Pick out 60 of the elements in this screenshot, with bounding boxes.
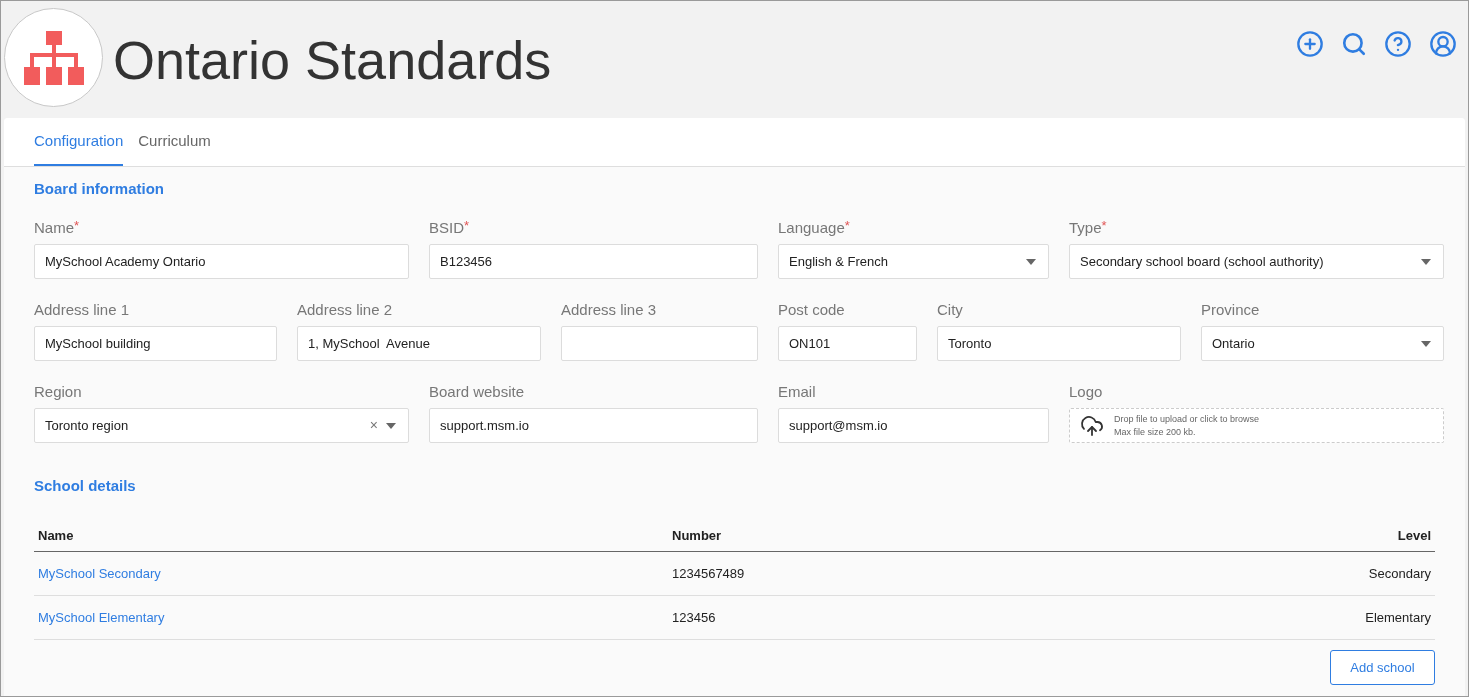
section-heading: Board information: [34, 179, 165, 199]
section-heading: School details: [34, 476, 137, 496]
text-field[interactable]: MySchool Academy Ontario: [34, 244, 409, 279]
required-mark: *: [1101, 218, 1107, 233]
tab[interactable]: Configuration: [34, 118, 124, 166]
text-field[interactable]: ON101: [778, 326, 917, 361]
dropdown-field[interactable]: Secondary school board (school authority): [1069, 244, 1444, 279]
caret-icon: [1026, 258, 1036, 265]
field-label: Address line 1: [34, 300, 130, 320]
add-icon[interactable]: [1296, 30, 1324, 58]
field-label: Address line 2: [297, 300, 393, 320]
table-cell-text: Elementary: [1365, 608, 1431, 627]
upload-hint: Drop file to upload or click to browse: [1114, 412, 1260, 426]
user-icon[interactable]: [1429, 30, 1457, 58]
field-label: Post code: [778, 300, 845, 320]
text-field[interactable]: [561, 326, 758, 361]
text-field[interactable]: support@msm.io: [778, 408, 1049, 443]
table-cell-text: 1234567489: [672, 564, 745, 583]
required-mark: *: [464, 218, 470, 234]
clear-button[interactable]: ×: [369, 415, 378, 436]
text-field[interactable]: Toronto: [937, 326, 1181, 361]
upload-icon: [1080, 413, 1104, 438]
required-mark: *: [844, 218, 850, 233]
caret-icon: [1421, 340, 1431, 347]
field-label: Language: [778, 218, 845, 238]
dropdown-field[interactable]: Ontario: [1201, 326, 1444, 361]
caret-icon: [1421, 258, 1431, 265]
add-school-button[interactable]: Add school: [1330, 650, 1435, 685]
page-title: Ontario Standards: [113, 29, 552, 92]
file-size-limit: Max file size 200 kb.: [1114, 425, 1197, 439]
text-field[interactable]: MySchool building: [34, 326, 277, 361]
column-header: Name: [38, 526, 75, 545]
text-field[interactable]: 1, MySchool Avenue: [297, 326, 541, 361]
field-label: Region: [34, 382, 82, 402]
required-mark: *: [74, 218, 80, 234]
org-chart-icon: [23, 30, 84, 85]
field-label: Logo: [1069, 382, 1103, 402]
field-label: Type: [1069, 218, 1102, 238]
search-icon[interactable]: [1341, 31, 1367, 57]
field-label: BSID: [429, 218, 464, 238]
column-header: Number: [672, 526, 723, 545]
file-drop-zone[interactable]: Drop file to upload or click to browse Max file size 200 kb.: [1069, 408, 1444, 443]
field-label: Province: [1201, 300, 1260, 320]
field-label: Name: [34, 218, 74, 238]
dropdown-field[interactable]: English & French: [778, 244, 1049, 279]
school-link[interactable]: MySchool Secondary: [38, 563, 161, 584]
field-label: City: [937, 300, 963, 320]
column-header: Level: [1397, 526, 1431, 545]
caret-icon: [386, 422, 396, 429]
text-field[interactable]: support.msm.io: [429, 408, 758, 443]
table-cell-text: 123456: [672, 608, 716, 627]
text-field[interactable]: B123456: [429, 244, 758, 279]
help-icon[interactable]: [1384, 30, 1412, 58]
field-label: Address line 3: [561, 300, 657, 320]
field-label: Email: [778, 382, 816, 402]
table-cell-text: Secondary: [1368, 564, 1431, 583]
dropdown-field[interactable]: Toronto region ×: [34, 408, 409, 443]
field-label: Board website: [429, 382, 525, 402]
tab[interactable]: Curriculum: [138, 118, 211, 166]
school-link[interactable]: MySchool Elementary: [38, 607, 165, 628]
